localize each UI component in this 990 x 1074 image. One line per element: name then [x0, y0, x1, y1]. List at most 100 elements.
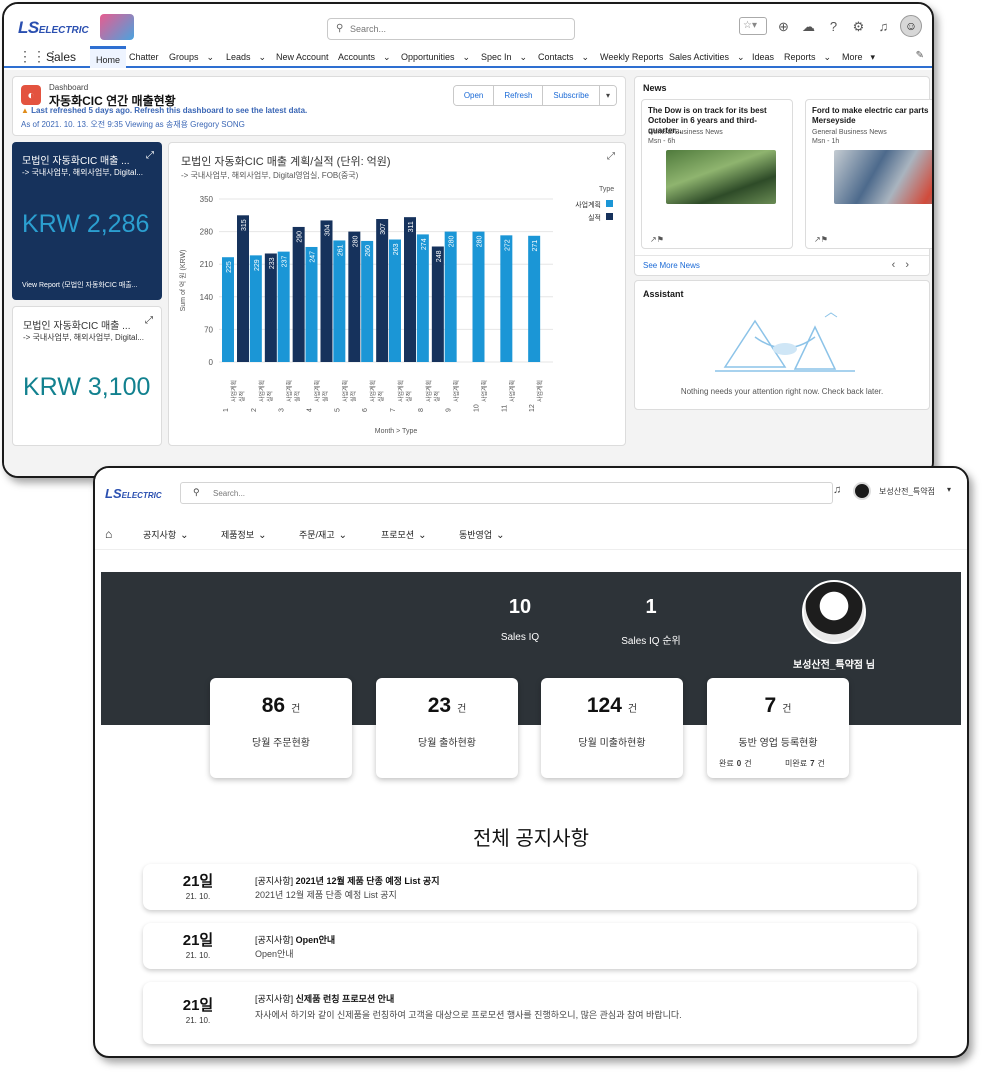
nav-item-label: Ideas	[752, 52, 775, 62]
chevron-down-icon[interactable]: ▾	[947, 485, 951, 494]
more-actions-button[interactable]: ▾	[599, 86, 616, 105]
portal-nav-item[interactable]: 프로모션 ⌄	[381, 528, 427, 541]
chevron-down-icon[interactable]: ⌄	[418, 530, 426, 541]
avatar[interactable]: ☺	[900, 15, 922, 37]
nav-item-opportunities[interactable]: Opportunities ⌄	[401, 52, 470, 63]
chevron-down-icon[interactable]: ⌄	[582, 52, 590, 62]
view-report-link[interactable]: View Report (모법인 자동화CIC 매출...	[22, 280, 138, 290]
stat-unit: 건	[457, 704, 467, 715]
kpi-subtitle: -> 국내사업부, 해외사업부, Digital...	[23, 333, 144, 342]
nav-item-ideas[interactable]: Ideas	[752, 52, 774, 62]
chevron-left-icon[interactable]: ‹	[892, 259, 906, 271]
portal-nav-item[interactable]: 제품정보 ⌄	[221, 528, 267, 541]
ls-electric-logo[interactable]: LSELECTRIC	[105, 486, 162, 501]
y-tick-label: 140	[200, 293, 214, 302]
kpi-title: 모법인 자동화CIC 매출 ...	[23, 321, 131, 332]
bell-icon[interactable]: ♫	[833, 484, 841, 496]
stat-card-joint-sales[interactable]: 7건 동반 영업 등록현황 완료 0 건 미완료 7 건	[707, 678, 849, 778]
share-icon[interactable]: ↗⚑	[814, 235, 828, 244]
nav-item-spec-in[interactable]: Spec In ⌄	[481, 52, 527, 63]
crm-search-input[interactable]: ⚲ Search...	[327, 18, 575, 40]
nav-item-new-account[interactable]: New Account	[276, 52, 329, 62]
chevron-down-icon[interactable]: ⌄	[339, 530, 347, 541]
gear-icon[interactable]: ⚙	[850, 18, 867, 35]
add-icon[interactable]: ⊕	[775, 18, 792, 35]
subscribe-button[interactable]: Subscribe	[543, 86, 600, 105]
kpi-title: 모법인 자동화CIC 매출 ...	[22, 156, 130, 167]
chevron-down-icon[interactable]: ⌄	[258, 530, 266, 541]
chevron-down-icon[interactable]: ⌄	[383, 52, 391, 62]
portal-nav-label: 제품정보	[221, 530, 255, 540]
kpi-card-plan[interactable]: 모법인 자동화CIC 매출 ... ⤢ -> 국내사업부, 해외사업부, Dig…	[12, 306, 162, 446]
profile-avatar[interactable]	[802, 580, 866, 644]
chevron-down-icon[interactable]: ⌄	[520, 52, 528, 62]
portal-nav-item[interactable]: 주문/재고 ⌄	[299, 528, 347, 541]
stat-card-orders[interactable]: 86 건 당월 주문현황	[210, 678, 352, 778]
pending-count: 미완료 7 건	[785, 758, 825, 769]
ls-electric-logo[interactable]: LSELECTRIC	[18, 18, 89, 38]
x-tick-label: 2	[251, 408, 258, 412]
nav-item-contacts[interactable]: Contacts ⌄	[538, 52, 589, 63]
chevron-down-icon[interactable]: ⌄	[463, 52, 471, 62]
kpi-value: KRW 2,286	[22, 210, 150, 238]
chart-bar	[500, 235, 513, 362]
kpi-card-actual[interactable]: 모법인 자동화CIC 매출 ... ⤢ -> 국내사업부, 해외사업부, Dig…	[12, 142, 162, 300]
chevron-down-icon[interactable]: ⌄	[824, 52, 832, 62]
expand-icon[interactable]: ⤢	[145, 315, 153, 326]
nav-item-label: Contacts	[538, 52, 574, 62]
portal-search-input[interactable]: ⚲ Search...	[180, 482, 833, 504]
nav-item-chatter[interactable]: Chatter	[129, 52, 159, 62]
help-icon[interactable]: ?	[825, 18, 842, 35]
chevron-right-icon[interactable]: ›	[905, 259, 919, 271]
expand-icon[interactable]: ⤢	[146, 150, 154, 161]
y-axis-label: Sum of 억 원 (KRW)	[178, 250, 187, 312]
trailhead-icon[interactable]: ☁	[800, 18, 817, 35]
stat-card-unshipped[interactable]: 124 건 당월 미출하현황	[541, 678, 683, 778]
chevron-down-icon[interactable]: ⌄	[496, 530, 504, 541]
news-item[interactable]: The Dow is on track for its best October…	[641, 99, 793, 249]
nav-item-more[interactable]: More ▾	[842, 52, 875, 63]
chevron-down-icon[interactable]: ⌄	[259, 52, 267, 62]
nav-item-home[interactable]: Home	[90, 46, 127, 68]
chevron-down-icon[interactable]: ▾	[871, 52, 876, 62]
notice-item[interactable]: 21일 21. 10. [공지사항] Open안내 Open안내	[143, 923, 917, 969]
share-icon[interactable]: ↗⚑	[650, 235, 664, 244]
portal-nav-item[interactable]: 공지사항 ⌄	[143, 528, 189, 541]
dashboard-header: ◐ Dashboard 자동화CIC 연간 매출현황 ▲ Last refres…	[12, 76, 626, 136]
chart-title: 모법인 자동화CIC 매출 계획/실적 (단위: 억원)	[181, 156, 391, 168]
news-item[interactable]: Ford to make electric car parts Merseysi…	[805, 99, 932, 249]
notice-body: Open안내	[255, 949, 294, 959]
open-button[interactable]: Open	[453, 86, 495, 105]
nav-item-leads[interactable]: Leads ⌄	[226, 52, 266, 63]
data-label: 304	[325, 224, 332, 236]
expand-icon[interactable]: ⤢	[607, 151, 615, 162]
nav-item-weekly-reports[interactable]: Weekly Reports	[600, 52, 663, 62]
chevron-down-icon[interactable]: ⌄	[180, 530, 188, 541]
stat-card-shipments[interactable]: 23 건 당월 출하현황	[376, 678, 518, 778]
edit-nav-icon[interactable]: ✎	[916, 50, 924, 61]
user-name[interactable]: 보성산전_특약점	[879, 486, 935, 497]
x-sub-label: 사업계획	[481, 380, 489, 402]
nav-item-accounts[interactable]: Accounts ⌄	[338, 52, 391, 63]
chart-bar	[472, 231, 485, 362]
data-label: 229	[254, 259, 261, 271]
notice-item[interactable]: 21일 21. 10. [공지사항] 신제품 런칭 프로모션 안내 자사에서 하…	[143, 982, 917, 1044]
see-more-news-link[interactable]: See More News	[643, 261, 700, 270]
notice-item[interactable]: 21일 21. 10. [공지사항] 2021년 12월 제품 단종 예정 Li…	[143, 864, 917, 910]
nav-item-sales-activities[interactable]: Sales Activities ⌄	[669, 52, 745, 63]
portal-nav-item[interactable]: 동반영업 ⌄	[459, 528, 505, 541]
bell-icon[interactable]: ♫	[875, 18, 892, 35]
favorites-icon[interactable]: ☆▾	[739, 17, 767, 35]
chevron-down-icon[interactable]: ⌄	[737, 52, 745, 62]
nav-item-reports[interactable]: Reports ⌄	[784, 52, 831, 63]
nav-item-label: New Account	[276, 52, 329, 62]
refresh-button[interactable]: Refresh	[494, 86, 544, 105]
chart-bar	[333, 240, 346, 362]
home-icon[interactable]: ⌂	[105, 527, 112, 541]
warning-icon: ▲	[21, 106, 29, 115]
notice-title: 2021년 12월 제품 단종 예정 List 공지	[295, 876, 440, 886]
nav-item-groups[interactable]: Groups ⌄	[169, 52, 214, 63]
chevron-down-icon[interactable]: ⌄	[207, 52, 215, 62]
stat-value: 23 건	[376, 694, 518, 718]
avatar[interactable]	[853, 482, 871, 500]
